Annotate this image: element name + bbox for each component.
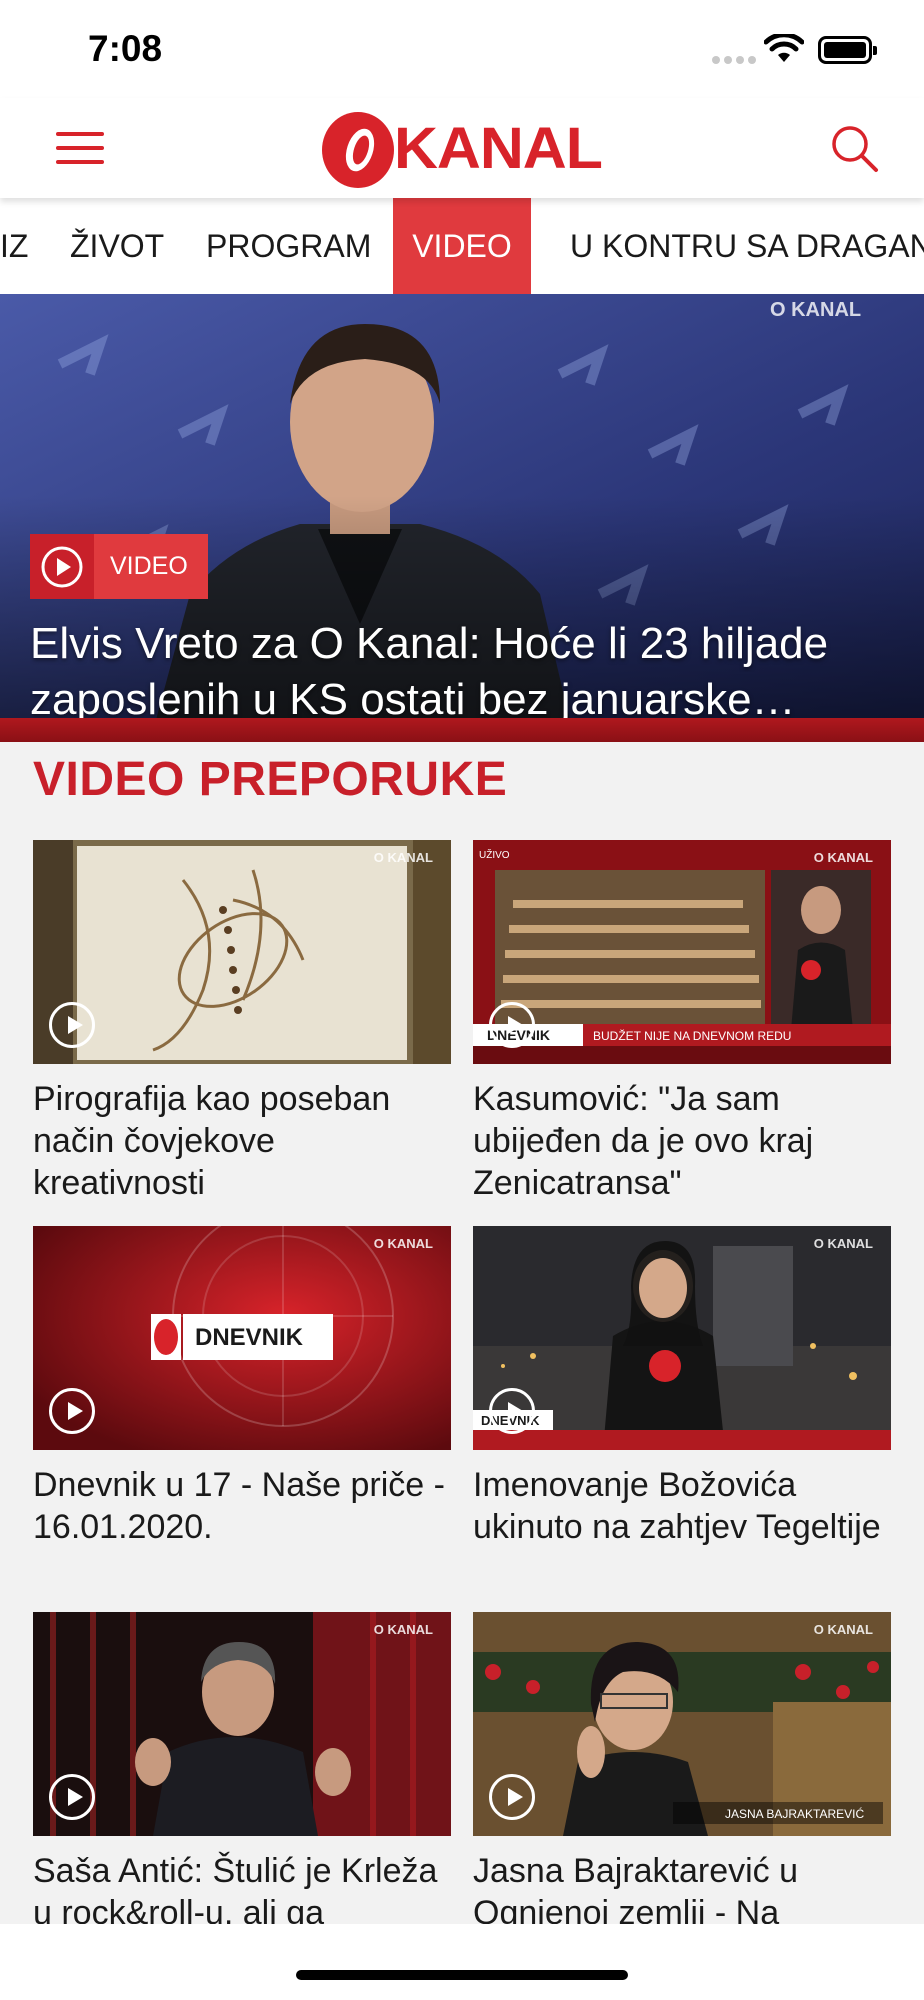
- play-icon: [41, 546, 83, 587]
- video-card[interactable]: DNEVNIK O KANAL Imenovanje Božovića ukin…: [473, 1226, 891, 1548]
- bottom-safe-area: [0, 1924, 924, 2000]
- tab-zivot[interactable]: ŽIVOT: [70, 198, 164, 294]
- play-icon: [49, 1774, 95, 1820]
- battery-icon: [818, 36, 877, 64]
- video-badge-label: VIDEO: [110, 552, 188, 580]
- video-thumbnail: DNEVNIK O KANAL: [473, 1226, 891, 1450]
- video-thumbnail: DNEVNIK O KANAL: [33, 1226, 451, 1450]
- hero-video-card[interactable]: O KANAL VIDEO Elvis Vreto za O Kanal: Ho…: [0, 294, 924, 742]
- hero-title: Elvis Vreto za O Kanal: Hoće li 23 hilja…: [30, 619, 829, 724]
- video-card[interactable]: JASNA BAJRAKTAREVIĆ O KANAL Jasna Bajrak…: [473, 1612, 891, 1934]
- video-title: Imenovanje Božovića ukinuto na zahtjev T…: [473, 1466, 881, 1546]
- tab-u-kontru[interactable]: U KONTRU SA DRAGAN: [570, 198, 924, 294]
- svg-text:DNEVNIK: DNEVNIK: [195, 1324, 304, 1351]
- play-icon: [489, 1002, 535, 1048]
- svg-text:UŽIVO: UŽIVO: [479, 848, 510, 861]
- tab-iz[interactable]: IZ: [0, 198, 28, 294]
- tab-video[interactable]: VIDEO: [393, 198, 531, 294]
- video-thumbnail: DNEVNIK BUDŽET NIJE NA DNEVNOM REDU UŽIV…: [473, 840, 891, 1064]
- svg-text:JASNA BAJRAKTAREVIĆ: JASNA BAJRAKTAREVIĆ: [725, 1806, 864, 1821]
- cellular-signal-icon: [712, 56, 756, 64]
- video-title: Jasna Bajraktarević u Ognjenoj zemlji - …: [473, 1852, 799, 1932]
- app-header: KANAL: [0, 98, 924, 198]
- hero-ticker-strip: [0, 718, 924, 742]
- video-title: Saša Antić: Štulić je Krleža u rock&roll…: [33, 1852, 438, 1932]
- status-time: 7:08: [88, 28, 163, 69]
- logo-mark-icon: [322, 112, 394, 188]
- video-card[interactable]: O KANAL Pirografija kao poseban način čo…: [33, 840, 451, 1204]
- home-indicator[interactable]: [296, 1970, 628, 1980]
- video-card[interactable]: DNEVNIK O KANAL Dnevnik u 17 - Naše prič…: [33, 1226, 451, 1548]
- svg-text:O KANAL: O KANAL: [770, 299, 861, 321]
- search-icon[interactable]: [826, 120, 882, 176]
- video-thumbnail: JASNA BAJRAKTAREVIĆ O KANAL: [473, 1612, 891, 1836]
- video-badge: VIDEO: [30, 534, 208, 599]
- play-icon: [489, 1774, 535, 1820]
- svg-text:BUDŽET NIJE NA DNEVNOM REDU: BUDŽET NIJE NA DNEVNOM REDU: [593, 1028, 791, 1043]
- play-icon: [489, 1388, 535, 1434]
- video-thumbnail: O KANAL: [33, 1612, 451, 1836]
- video-title: Kasumović: "Ja sam ubijeđen da je ovo kr…: [473, 1080, 814, 1202]
- video-title: Dnevnik u 17 - Naše priče - 16.01.2020.: [33, 1466, 445, 1546]
- video-card[interactable]: O KANAL Saša Antić: Štulić je Krleža u r…: [33, 1612, 451, 1934]
- category-tabs: IZ ŽIVOT PROGRAM VIDEO U KONTRU SA DRAGA…: [0, 198, 924, 294]
- status-bar: 7:08: [0, 0, 924, 98]
- video-card[interactable]: DNEVNIK BUDŽET NIJE NA DNEVNOM REDU UŽIV…: [473, 840, 891, 1204]
- menu-icon[interactable]: [56, 128, 106, 168]
- video-title: Pirografija kao poseban način čovjekove …: [33, 1080, 391, 1202]
- section-title: VIDEO PREPORUKE: [33, 753, 508, 806]
- play-icon: [49, 1388, 95, 1434]
- tab-program[interactable]: PROGRAM: [206, 198, 371, 294]
- o-kanal-logo[interactable]: KANAL: [318, 106, 603, 190]
- wifi-icon: [764, 34, 804, 62]
- logo-text: KANAL: [394, 115, 603, 181]
- video-thumbnail: O KANAL: [33, 840, 451, 1064]
- play-icon: [49, 1002, 95, 1048]
